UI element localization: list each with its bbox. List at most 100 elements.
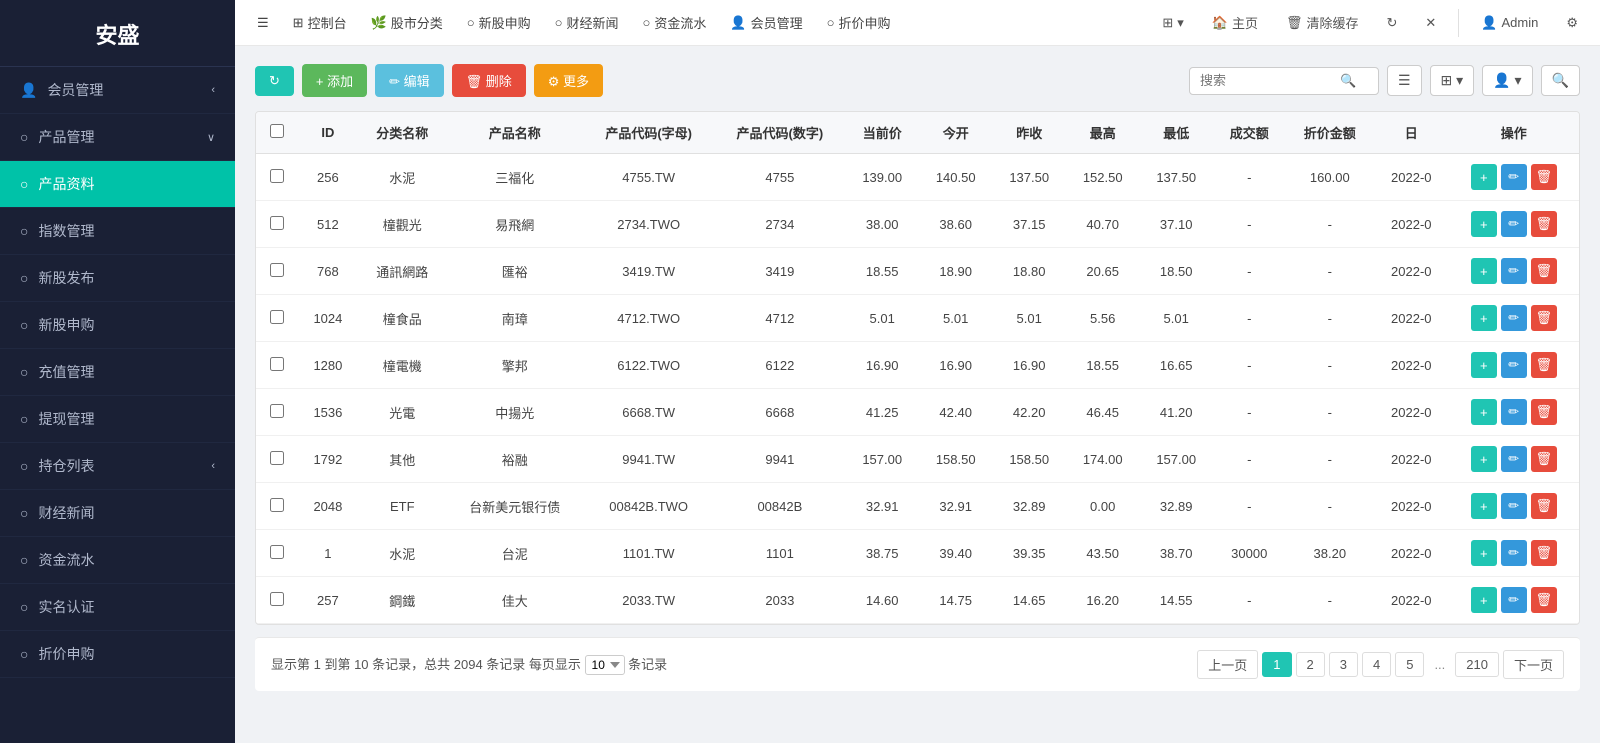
sidebar-item-withdraw-management[interactable]: ○ 提现管理 xyxy=(0,396,235,443)
row-delete-button[interactable]: 🗑 xyxy=(1531,305,1557,331)
filter-button[interactable]: 👤 ▾ xyxy=(1482,65,1532,96)
list-view-button[interactable]: ☰ xyxy=(1387,65,1422,96)
row-add-button[interactable]: + xyxy=(1471,211,1497,237)
row-add-button[interactable]: + xyxy=(1471,493,1497,519)
row-add-button[interactable]: + xyxy=(1471,258,1497,284)
row-checkbox[interactable] xyxy=(256,530,298,577)
row-high: 20.65 xyxy=(1066,248,1140,295)
nav-member-mgmt[interactable]: 👤 会员管理 xyxy=(720,8,812,37)
row-delete-button[interactable]: 🗑 xyxy=(1531,211,1557,237)
sidebar-item-product-management[interactable]: ○ 产品管理 ∨ xyxy=(0,114,235,161)
row-checkbox[interactable] xyxy=(256,201,298,248)
prev-page-button[interactable]: 上一页 xyxy=(1197,650,1258,679)
row-add-button[interactable]: + xyxy=(1471,352,1497,378)
add-button[interactable]: + 添加 xyxy=(302,64,367,97)
row-add-button[interactable]: + xyxy=(1471,587,1497,613)
per-page-select[interactable]: 10 20 50 xyxy=(585,655,625,675)
row-prev-close: 42.20 xyxy=(992,389,1066,436)
clear-cache-button[interactable]: 🗑 清除缓存 xyxy=(1276,8,1369,37)
page-last-button[interactable]: 210 xyxy=(1455,652,1499,677)
sidebar-item-recharge-management[interactable]: ○ 充值管理 xyxy=(0,349,235,396)
sidebar-item-position-list[interactable]: ○ 持仓列表 ‹ xyxy=(0,443,235,490)
page-3-button[interactable]: 3 xyxy=(1329,652,1358,677)
row-edit-button[interactable]: ✏ xyxy=(1501,164,1527,190)
row-delete-button[interactable]: 🗑 xyxy=(1531,352,1557,378)
row-add-button[interactable]: + xyxy=(1471,305,1497,331)
row-delete-button[interactable]: 🗑 xyxy=(1531,587,1557,613)
row-checkbox[interactable] xyxy=(256,483,298,530)
search-button[interactable]: 🔍 xyxy=(1541,65,1580,96)
menu-toggle-button[interactable]: ☰ xyxy=(247,10,279,36)
row-edit-button[interactable]: ✏ xyxy=(1501,540,1527,566)
layout-toggle-button[interactable]: ⊞ ▾ xyxy=(1152,10,1193,36)
nav-new-stock[interactable]: ○ 新股申购 xyxy=(457,8,541,37)
row-checkbox[interactable] xyxy=(256,389,298,436)
page-5-button[interactable]: 5 xyxy=(1395,652,1424,677)
sidebar-item-member-management[interactable]: 👤 会员管理 ‹ xyxy=(0,67,235,114)
row-edit-button[interactable]: ✏ xyxy=(1501,305,1527,331)
nav-dashboard[interactable]: ⊞ 控制台 xyxy=(283,8,357,37)
row-checkbox[interactable] xyxy=(256,154,298,201)
row-edit-button[interactable]: ✏ xyxy=(1501,399,1527,425)
edit-button[interactable]: ✏ 编辑 xyxy=(375,64,444,97)
row-edit-button[interactable]: ✏ xyxy=(1501,211,1527,237)
row-delete-button[interactable]: 🗑 xyxy=(1531,446,1557,472)
row-edit-button[interactable]: ✏ xyxy=(1501,587,1527,613)
refresh-nav-button[interactable]: ↻ xyxy=(1376,10,1407,36)
user-avatar[interactable]: 👤 Admin xyxy=(1471,10,1548,36)
page-1-button[interactable]: 1 xyxy=(1262,652,1291,677)
search-input[interactable] xyxy=(1200,73,1340,88)
col-date: 日 xyxy=(1374,112,1448,154)
sidebar-arrow: ‹ xyxy=(211,460,215,472)
row-actions: + ✏ 🗑 xyxy=(1448,483,1579,530)
avatar-icon: 👤 xyxy=(1481,15,1497,31)
page-4-button[interactable]: 4 xyxy=(1362,652,1391,677)
row-checkbox[interactable] xyxy=(256,577,298,624)
row-checkbox[interactable] xyxy=(256,248,298,295)
nav-financial-news[interactable]: ○ 财经新闻 xyxy=(545,8,629,37)
row-open: 158.50 xyxy=(919,436,993,483)
next-page-button[interactable]: 下一页 xyxy=(1503,650,1564,679)
row-delete-button[interactable]: 🗑 xyxy=(1531,258,1557,284)
row-add-button[interactable]: + xyxy=(1471,446,1497,472)
row-checkbox[interactable] xyxy=(256,342,298,389)
sidebar-item-new-stock-apply[interactable]: ○ 新股申购 xyxy=(0,302,235,349)
row-category: 其他 xyxy=(358,436,447,483)
row-checkbox[interactable] xyxy=(256,436,298,483)
row-delete-button[interactable]: 🗑 xyxy=(1531,399,1557,425)
delete-button[interactable]: 🗑 删除 xyxy=(452,64,526,97)
row-edit-button[interactable]: ✏ xyxy=(1501,446,1527,472)
row-delete-button[interactable]: 🗑 xyxy=(1531,540,1557,566)
page-2-button[interactable]: 2 xyxy=(1296,652,1325,677)
row-checkbox[interactable] xyxy=(256,295,298,342)
close-tab-button[interactable]: ✕ xyxy=(1415,10,1446,36)
row-delete-button[interactable]: 🗑 xyxy=(1531,493,1557,519)
row-delete-button[interactable]: 🗑 xyxy=(1531,164,1557,190)
settings-button[interactable]: ⚙ xyxy=(1556,10,1588,36)
nav-stock-category[interactable]: 🌿 股市分类 xyxy=(361,8,453,37)
sidebar-item-capital-flow[interactable]: ○ 资金流水 xyxy=(0,537,235,584)
row-edit-button[interactable]: ✏ xyxy=(1501,258,1527,284)
page-content: ↻ + 添加 ✏ 编辑 🗑 删除 ⚙ 更多 🔍 ☰ ⊞ xyxy=(235,46,1600,743)
sidebar-item-product-info[interactable]: ○ 产品资料 xyxy=(0,161,235,208)
select-all-checkbox[interactable] xyxy=(270,124,284,138)
new-stock-icon: ○ xyxy=(467,15,475,30)
refresh-button[interactable]: ↻ xyxy=(255,66,294,96)
sidebar-item-financial-news[interactable]: ○ 财经新闻 xyxy=(0,490,235,537)
grid-view-button[interactable]: ⊞ ▾ xyxy=(1430,65,1475,96)
row-edit-button[interactable]: ✏ xyxy=(1501,493,1527,519)
row-add-button[interactable]: + xyxy=(1471,399,1497,425)
row-edit-button[interactable]: ✏ xyxy=(1501,352,1527,378)
row-open: 39.40 xyxy=(919,530,993,577)
nav-discount-apply[interactable]: ○ 折价申购 xyxy=(817,8,901,37)
sidebar-item-real-name-auth[interactable]: ○ 实名认证 xyxy=(0,584,235,631)
sidebar-item-new-stock-publish[interactable]: ○ 新股发布 xyxy=(0,255,235,302)
nav-capital-flow[interactable]: ○ 资金流水 xyxy=(633,8,717,37)
row-add-button[interactable]: + xyxy=(1471,164,1497,190)
more-button[interactable]: ⚙ 更多 xyxy=(534,64,603,97)
home-button[interactable]: 🏠 主页 xyxy=(1202,8,1268,37)
sidebar-item-discount-apply[interactable]: ○ 折价申购 xyxy=(0,631,235,678)
sidebar-item-index-management[interactable]: ○ 指数管理 xyxy=(0,208,235,255)
row-add-button[interactable]: + xyxy=(1471,540,1497,566)
col-name: 产品名称 xyxy=(447,112,584,154)
